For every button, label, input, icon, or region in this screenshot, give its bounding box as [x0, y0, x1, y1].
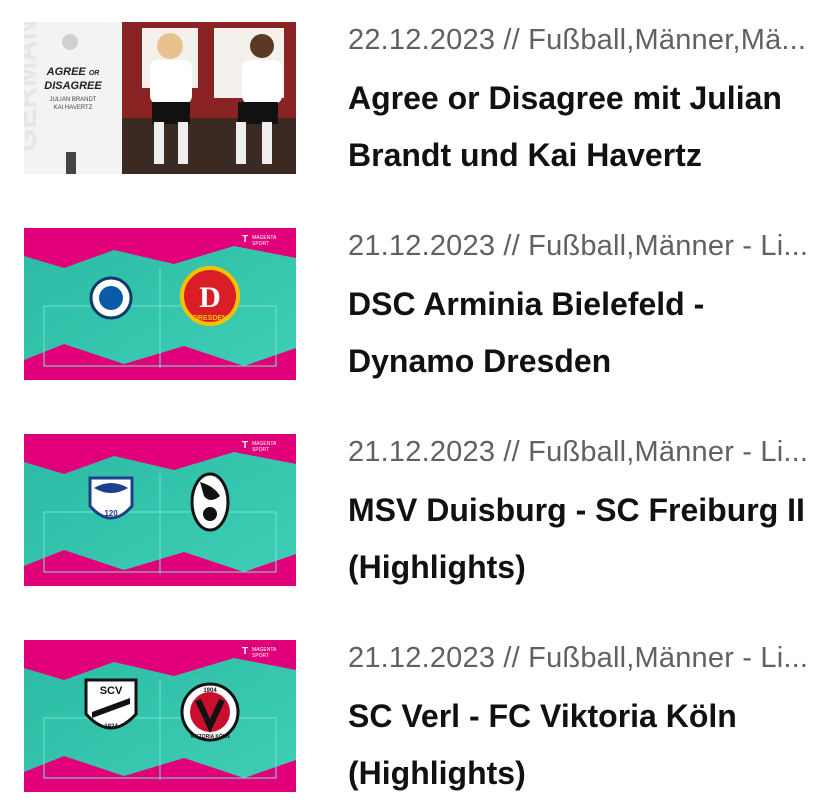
caption-line1: AGREE	[46, 66, 86, 78]
article-thumbnail[interactable]: 120 T MAGENTA SPORT	[24, 434, 296, 586]
article-title[interactable]: DSC Arminia Bielefeld - Dynamo Dresden	[348, 276, 814, 390]
article-meta: 22.12.2023 // Fußball,Männer,Mä...	[348, 24, 807, 56]
telekom-t-icon: T	[242, 440, 248, 451]
article-meta: 21.12.2023 // Fußball,Männer - Li...	[348, 230, 809, 262]
dresden-logo-letter: D	[199, 281, 221, 314]
telekom-t-icon: T	[242, 234, 248, 245]
match-graphic-image: D DRESDEN T MAGENTA SPORT	[24, 228, 296, 380]
viktoria-logo-year: 1904	[203, 688, 217, 694]
article-meta: 21.12.2023 // Fußball,Männer - Li...	[348, 436, 809, 468]
caption-names1: JULIAN BRANDT	[49, 97, 97, 103]
caption-line1-small: OR	[88, 70, 100, 77]
article-title[interactable]: MSV Duisburg - SC Freiburg II (Highlight…	[348, 482, 814, 596]
brand-line2: SPORT	[252, 447, 269, 453]
brand-line2: SPORT	[252, 241, 269, 247]
caption-line2: DISAGREE	[44, 80, 102, 92]
match-graphic-image: SCV 1924 1904 VIKTORIA KÖLN T MAGENTA SP…	[24, 640, 296, 792]
article-thumbnail[interactable]: SCV 1924 1904 VIKTORIA KÖLN T MAGENTA SP…	[24, 640, 296, 792]
article-meta: 21.12.2023 // Fußball,Männer - Li...	[348, 642, 809, 674]
msv-logo-text: 120	[104, 509, 118, 518]
verl-logo-text: SCV	[100, 685, 123, 697]
article-item[interactable]: SCV 1924 1904 VIKTORIA KÖLN T MAGENTA SP…	[0, 640, 814, 800]
article-title[interactable]: Agree or Disagree mit Julian Brandt und …	[348, 70, 814, 184]
article-title[interactable]: SC Verl - FC Viktoria Köln (Highlights)	[348, 688, 814, 802]
article-item[interactable]: 120 T MAGENTA SPORT 21.12.2023 // Fußbal…	[0, 434, 814, 594]
viktoria-logo-name: VIKTORIA KÖLN	[190, 733, 230, 740]
verl-logo-year: 1924	[104, 724, 118, 730]
telekom-t-icon: T	[242, 646, 248, 657]
article-thumbnail[interactable]: D DRESDEN T MAGENTA SPORT	[24, 228, 296, 380]
caption-names2: KAI HAVERTZ	[53, 105, 93, 111]
dresden-logo-text: DRESDEN	[193, 315, 227, 322]
article-item[interactable]: GERMANY AGREE OR DISAGREE JUL	[0, 22, 814, 182]
brand-line2: SPORT	[252, 653, 269, 659]
agree-thumbnail-caption: AGREE OR DISAGREE JULIAN BRANDT KAI HAVE…	[24, 66, 122, 112]
article-thumbnail[interactable]: GERMANY AGREE OR DISAGREE JUL	[24, 22, 296, 174]
article-item[interactable]: D DRESDEN T MAGENTA SPORT 21.12.2023 // …	[0, 228, 814, 388]
match-graphic-image: 120 T MAGENTA SPORT	[24, 434, 296, 586]
